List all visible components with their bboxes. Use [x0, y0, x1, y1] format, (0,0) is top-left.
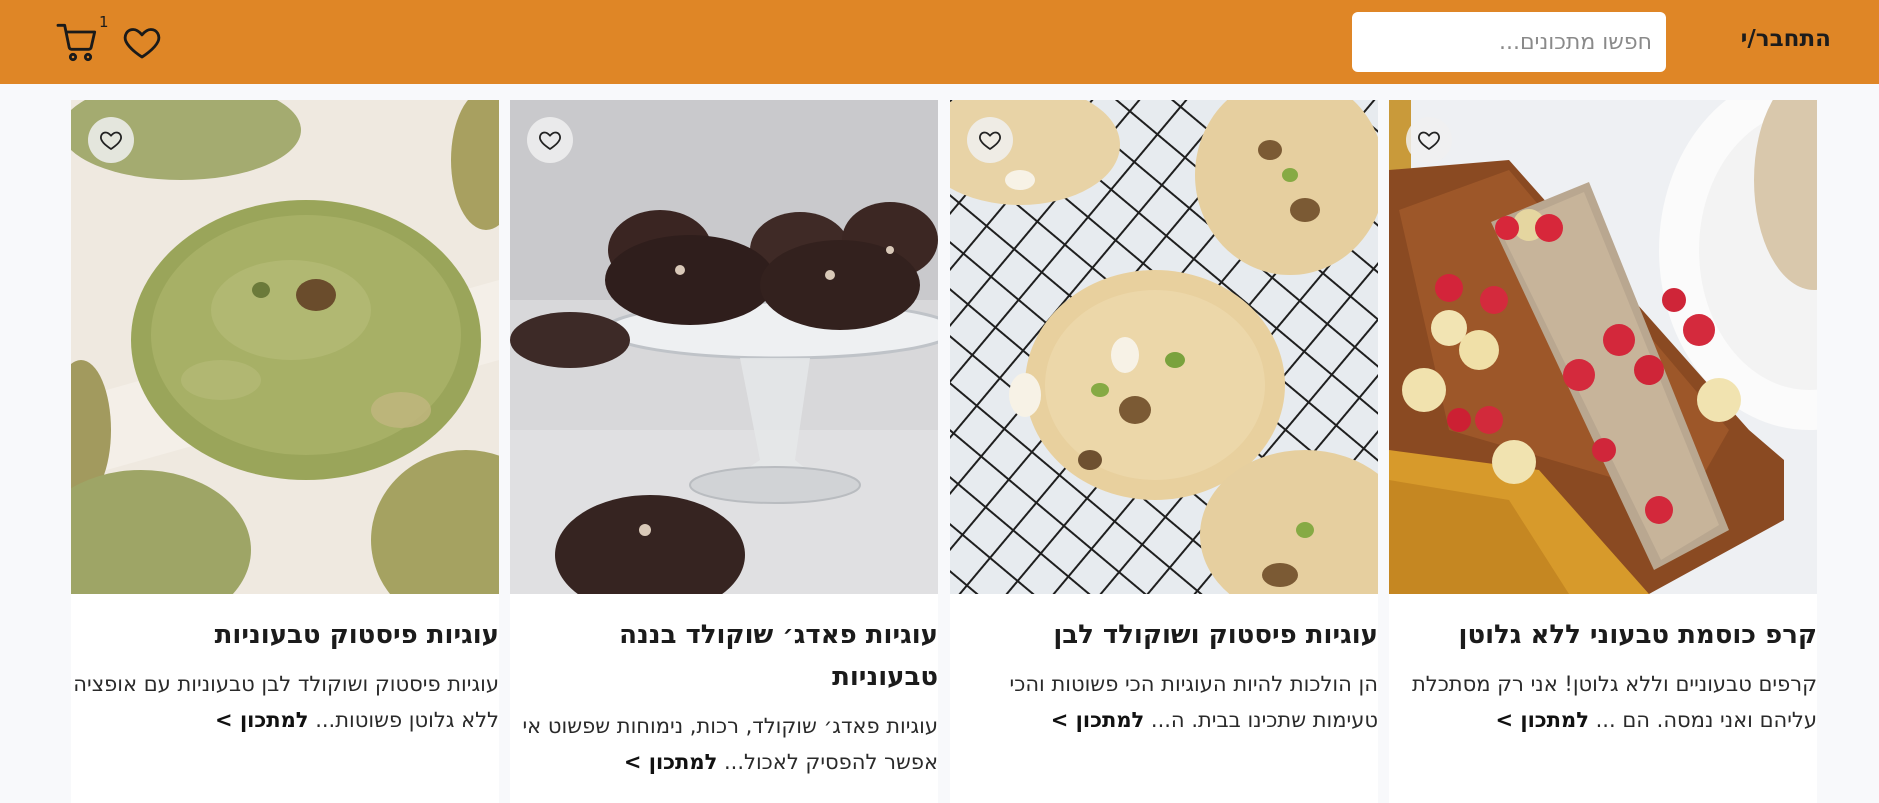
- recipe-card[interactable]: קרפ כוסמת טבעוני ללא גלוטן קרפים טבעוניי…: [1389, 100, 1817, 803]
- card-body: קרפ כוסמת טבעוני ללא גלוטן קרפים טבעוניי…: [1389, 614, 1817, 738]
- favorites-heart-icon[interactable]: [121, 22, 163, 62]
- read-more-link[interactable]: למתכון >: [215, 708, 308, 732]
- favorite-heart-icon[interactable]: [88, 117, 134, 163]
- recipe-description: עוגיות פיסטוק ושוקולד לבן טבעוניות עם או…: [71, 666, 499, 738]
- description-text: עוגיות פאדג׳ שוקולד, רכות, נימוחות שפשוט…: [522, 714, 938, 774]
- recipe-description: עוגיות פאדג׳ שוקולד, רכות, נימוחות שפשוט…: [510, 708, 938, 780]
- read-more-link[interactable]: למתכון >: [1051, 708, 1144, 732]
- read-more-link[interactable]: למתכון >: [1495, 708, 1588, 732]
- card-body: עוגיות פיסטוק טבעוניות עוגיות פיסטוק ושו…: [71, 614, 499, 738]
- search-input[interactable]: [1352, 12, 1666, 72]
- recipe-card[interactable]: עוגיות פיסטוק טבעוניות עוגיות פיסטוק ושו…: [71, 100, 499, 803]
- recipe-card[interactable]: עוגיות פיסטוק ושוקולד לבן הן הולכות להיו…: [950, 100, 1378, 803]
- recipe-title[interactable]: עוגיות פיסטוק ושוקולד לבן: [950, 614, 1378, 656]
- description-text: קרפים טבעוניים וללא גלוטן! אני רק מסתכלת…: [1411, 672, 1817, 732]
- recipe-image[interactable]: [950, 100, 1378, 594]
- recipe-image[interactable]: [510, 100, 938, 594]
- favorite-heart-icon[interactable]: [1406, 117, 1452, 163]
- card-body: עוגיות פיסטוק ושוקולד לבן הן הולכות להיו…: [950, 614, 1378, 738]
- recipe-image[interactable]: [1389, 100, 1817, 594]
- favorite-heart-icon[interactable]: [967, 117, 1013, 163]
- top-navbar: התחבר/י 1: [0, 0, 1879, 84]
- recipe-description: קרפים טבעוניים וללא גלוטן! אני רק מסתכלת…: [1389, 666, 1817, 738]
- recipe-card[interactable]: עוגיות פאדג׳ שוקולד בננה טבעוניות עוגיות…: [510, 100, 938, 803]
- recipe-image[interactable]: [71, 100, 499, 594]
- cart-count-badge: 1: [99, 13, 109, 31]
- cart-icon[interactable]: [56, 22, 100, 62]
- card-body: עוגיות פאדג׳ שוקולד בננה טבעוניות עוגיות…: [510, 614, 938, 780]
- login-link[interactable]: התחבר/י: [1741, 26, 1831, 52]
- recipe-description: הן הולכות להיות העוגיות הכי פשוטות והכי …: [950, 666, 1378, 738]
- favorite-heart-icon[interactable]: [527, 117, 573, 163]
- read-more-link[interactable]: למתכון >: [624, 750, 717, 774]
- recipe-title[interactable]: עוגיות פאדג׳ שוקולד בננה טבעוניות: [510, 614, 938, 698]
- recipe-title[interactable]: קרפ כוסמת טבעוני ללא גלוטן: [1389, 614, 1817, 656]
- recipe-title[interactable]: עוגיות פיסטוק טבעוניות: [71, 614, 499, 656]
